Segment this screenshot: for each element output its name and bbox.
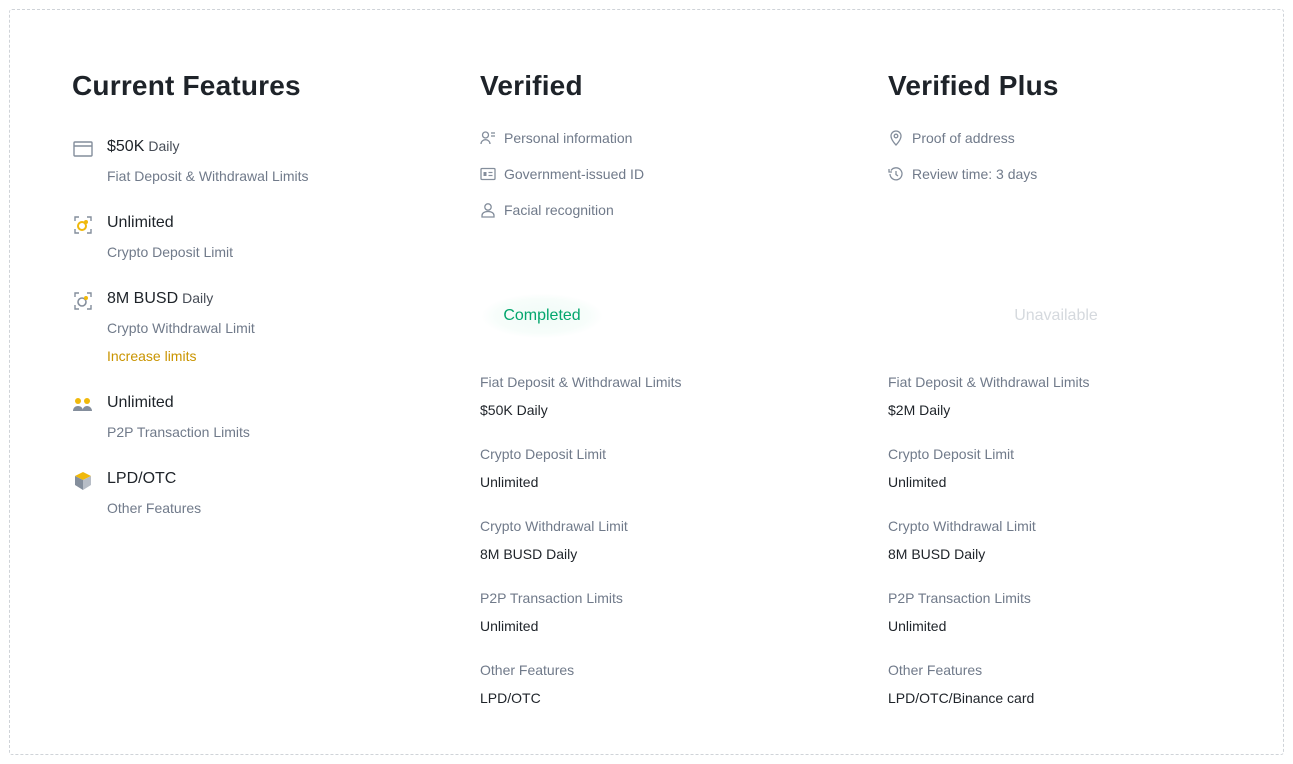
verified-plus-limit-crypto-deposit: Crypto Deposit Limit Unlimited [888,446,1014,490]
verified-status-badge: Completed [482,294,602,338]
verified-plus-limit-other: Other Features LPD/OTC/Binance card [888,662,1034,706]
requirement-personal-info: Personal information [480,128,632,148]
crypto-withdraw-icon [72,290,94,312]
limit-label: Crypto Withdrawal Limit [480,518,628,534]
feature-value: Unlimited [107,214,174,231]
limit-value: Unlimited [480,618,539,634]
limit-value: $2M Daily [888,402,951,418]
limit-label: Other Features [888,662,983,678]
clock-history-icon [888,166,904,182]
limit-label: Crypto Deposit Limit [888,446,1015,462]
limit-value: 8M BUSD Daily [480,546,578,562]
requirement-facial-recognition: Facial recognition [480,200,614,220]
verified-plus-limit-crypto-withdrawal: Crypto Withdrawal Limit 8M BUSD Daily [888,518,1036,562]
verified-plus-limit-fiat: Fiat Deposit & Withdrawal Limits $2M Dai… [888,374,1090,418]
p2p-users-icon [72,394,94,416]
verified-plus-status-badge: Unavailable [1014,307,1098,324]
verified-limit-other: Other Features LPD/OTC [480,662,574,706]
requirement-text: Review time: 3 days [912,166,1038,182]
feature-label: Crypto Withdrawal Limit [107,320,255,336]
crypto-deposit-icon [72,214,94,236]
card-icon [72,138,94,160]
feature-value: LPD/OTC [107,470,177,487]
requirement-text: Facial recognition [504,202,614,218]
verified-limit-fiat: Fiat Deposit & Withdrawal Limits $50K Da… [480,374,682,418]
id-card-icon [480,166,496,182]
person-info-icon [480,130,496,146]
requirement-text: Personal information [504,130,633,146]
limit-value: $50K Daily [480,402,548,418]
requirement-government-id: Government-issued ID [480,164,644,184]
limit-label: P2P Transaction Limits [480,590,623,606]
requirement-text: Government-issued ID [504,166,645,182]
limit-label: P2P Transaction Limits [888,590,1031,606]
limit-value: Unlimited [888,618,947,634]
limit-label: Fiat Deposit & Withdrawal Limits [888,374,1090,390]
limit-value: LPD/OTC [480,690,541,706]
current-features-title: Current Features [72,70,301,101]
requirement-review-time: Review time: 3 days [888,164,1037,184]
increase-limits-link[interactable]: Increase limits [107,348,196,364]
limit-value: 8M BUSD Daily [888,546,986,562]
verified-title: Verified [480,70,583,101]
verified-plus-title: Verified Plus [888,70,1059,101]
feature-value: 8M BUSD [107,290,179,307]
limit-value: Unlimited [480,474,539,490]
verified-plus-limit-p2p: P2P Transaction Limits Unlimited [888,590,1031,634]
verified-limit-p2p: P2P Transaction Limits Unlimited [480,590,623,634]
location-pin-icon [888,130,904,146]
verified-limit-crypto-withdrawal: Crypto Withdrawal Limit 8M BUSD Daily [480,518,628,562]
limit-value: LPD/OTC/Binance card [888,690,1035,706]
limit-label: Crypto Withdrawal Limit [888,518,1036,534]
limit-label: Crypto Deposit Limit [480,446,607,462]
requirement-proof-of-address: Proof of address [888,128,1015,148]
feature-value: Unlimited [107,394,174,411]
feature-label: Other Features [107,500,202,516]
limit-label: Other Features [480,662,575,678]
feature-label: Fiat Deposit & Withdrawal Limits [107,168,309,184]
face-user-icon [480,202,496,218]
feature-value: $50K [107,138,145,155]
feature-unit: Daily [182,290,214,306]
feature-label: Crypto Deposit Limit [107,244,234,260]
limit-label: Fiat Deposit & Withdrawal Limits [480,374,682,390]
feature-label: P2P Transaction Limits [107,424,250,440]
cube-icon [72,470,94,492]
requirement-text: Proof of address [912,130,1015,146]
limit-value: Unlimited [888,474,947,490]
verified-limit-crypto-deposit: Crypto Deposit Limit Unlimited [480,446,606,490]
feature-unit: Daily [148,138,180,154]
